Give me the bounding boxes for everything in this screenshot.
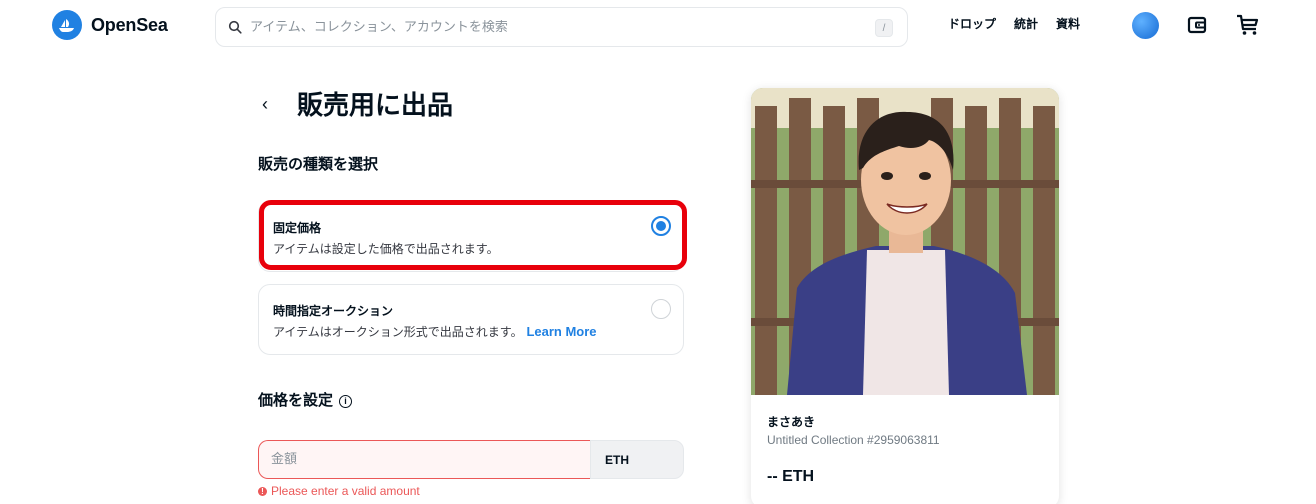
selection-highlight-box	[259, 200, 687, 270]
nft-collection: Untitled Collection #2959063811	[767, 433, 940, 447]
price-section-header: 価格を設定 i	[258, 389, 353, 410]
opensea-logo-icon	[52, 10, 82, 40]
nav-resources[interactable]: 資料	[1056, 15, 1080, 32]
option-description: アイテムはオークション形式で出品されます。	[273, 325, 523, 339]
learn-more-link[interactable]: Learn More	[526, 324, 596, 339]
nft-price: -- ETH	[767, 468, 815, 485]
profile-avatar[interactable]	[1132, 12, 1159, 39]
top-navbar: OpenSea / ドロップ 統計 資料	[0, 0, 1316, 52]
nft-name: まさあき	[767, 415, 816, 429]
search-icon	[228, 20, 242, 34]
option-title: 時間指定オークション	[273, 304, 394, 318]
option-timed-auction[interactable]: 時間指定オークション アイテムはオークション形式で出品されます。 Learn M…	[258, 284, 684, 355]
sale-type-label: 販売の種類を選択	[258, 155, 379, 173]
price-field: ETH	[258, 440, 684, 479]
price-error: ! Please enter a valid amount	[258, 484, 420, 498]
search-shortcut-key: /	[875, 19, 893, 37]
page-title: 販売用に出品	[297, 91, 454, 121]
price-label: 価格を設定	[258, 391, 334, 409]
search-input[interactable]	[250, 19, 870, 35]
wallet-icon[interactable]	[1186, 14, 1208, 41]
currency-selector[interactable]: ETH	[590, 440, 684, 479]
search-bar[interactable]: /	[215, 7, 908, 47]
brand-name: OpenSea	[91, 14, 168, 35]
cart-icon[interactable]	[1235, 12, 1261, 43]
nft-image	[751, 88, 1059, 395]
error-text: Please enter a valid amount	[271, 484, 420, 498]
info-icon[interactable]: i	[339, 395, 353, 408]
chevron-left-icon[interactable]: ‹	[262, 94, 268, 115]
radio-timed-auction[interactable]	[651, 299, 671, 319]
nav-drops[interactable]: ドロップ	[948, 15, 996, 32]
nft-preview-card: まさあき Untitled Collection #2959063811 -- …	[751, 88, 1059, 504]
error-icon: !	[258, 486, 267, 496]
nav-stats[interactable]: 統計	[1014, 15, 1038, 32]
option-description-wrap: アイテムはオークション形式で出品されます。 Learn More	[273, 323, 597, 340]
price-input[interactable]	[258, 440, 590, 479]
top-nav-links: ドロップ 統計 資料	[948, 15, 1080, 32]
brand-logo[interactable]: OpenSea	[52, 10, 168, 40]
